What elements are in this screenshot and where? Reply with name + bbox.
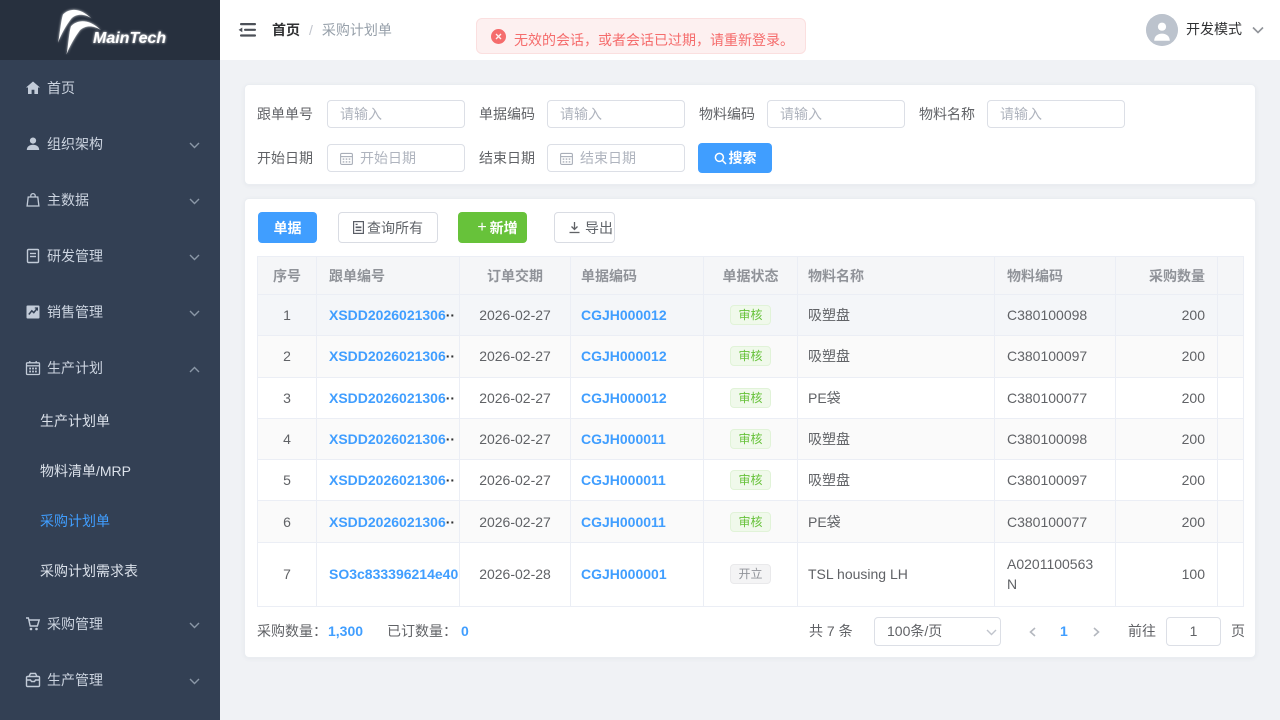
svg-text:MainTech: MainTech <box>93 30 166 47</box>
